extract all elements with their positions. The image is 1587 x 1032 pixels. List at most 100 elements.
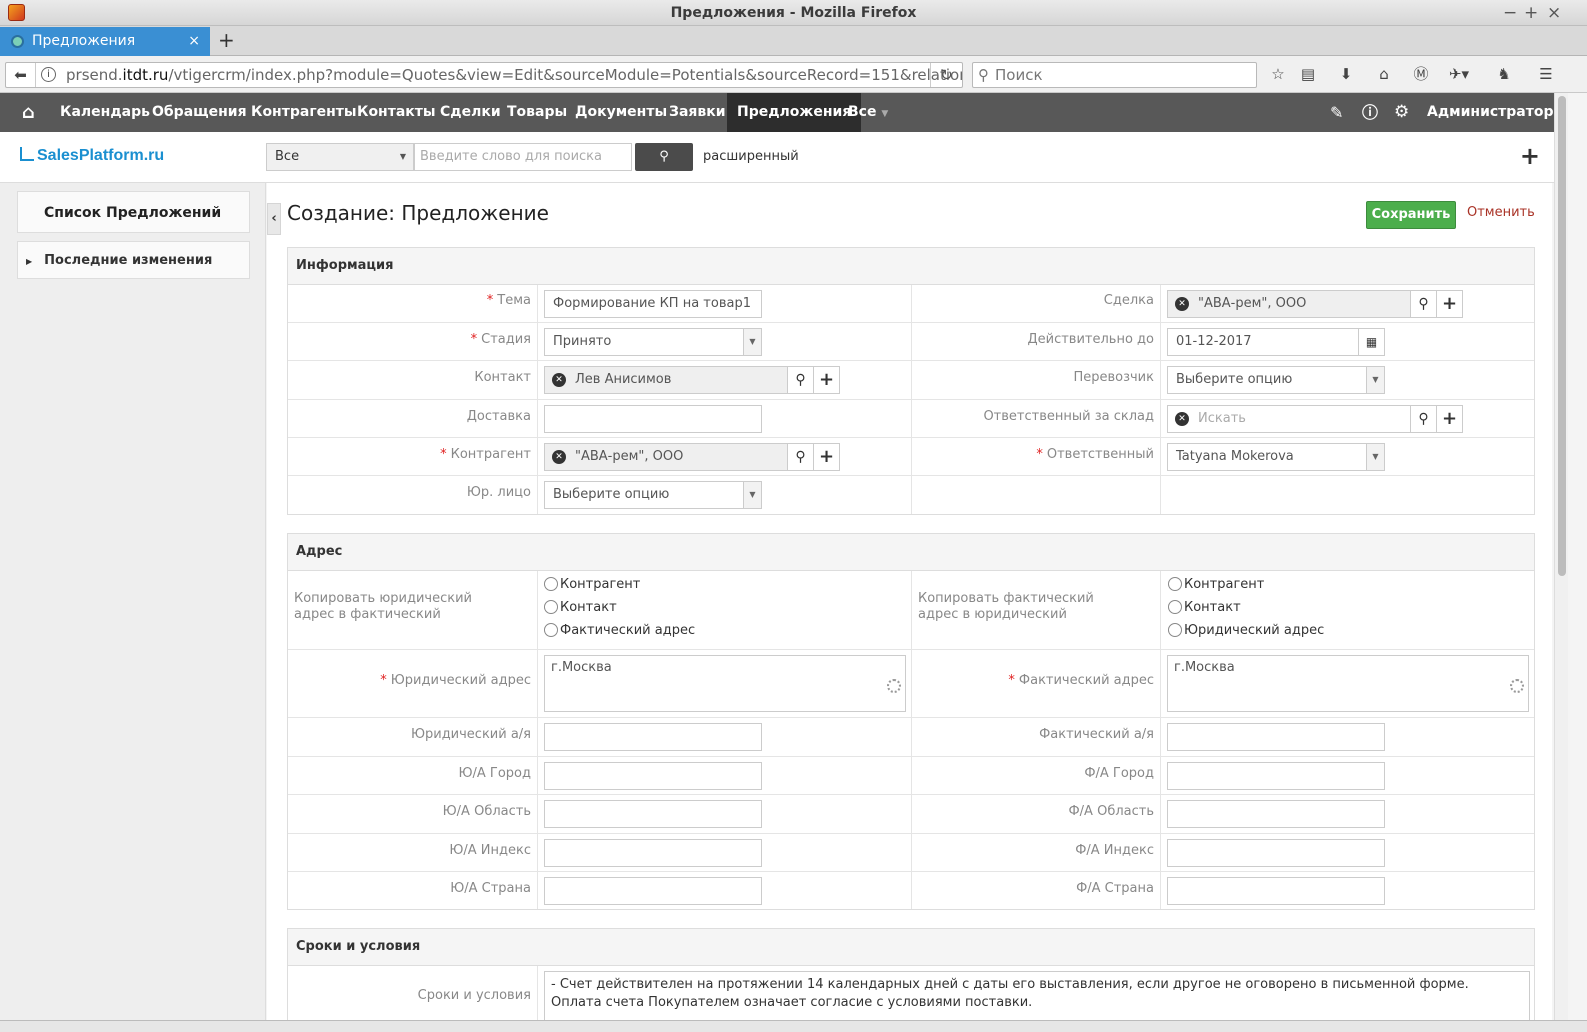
contact-label: Контакт [474, 370, 531, 385]
extension-m-icon[interactable]: Ⓜ [1409, 62, 1433, 86]
user-menu[interactable]: Администратор ▼ [1427, 93, 1565, 132]
close-window-icon[interactable]: × [1547, 0, 1561, 26]
minimize-icon[interactable]: − [1503, 0, 1517, 26]
legal-region-input[interactable] [544, 800, 762, 828]
nav-contacts[interactable]: Контакты [357, 93, 436, 132]
deal-search-icon[interactable]: ⚲ [1410, 290, 1437, 318]
clear-warehouse-icon[interactable]: ✕ [1175, 412, 1189, 426]
crm-home-icon[interactable]: ⌂ [22, 93, 35, 132]
stage-label-text: Стадия [481, 332, 531, 347]
nav-products[interactable]: Товары [507, 93, 567, 132]
copy-legal-option-contact[interactable]: Контакт [544, 600, 617, 615]
quick-create-plus-icon[interactable]: + [1520, 142, 1540, 170]
hamburger-menu-icon[interactable]: ☰ [1534, 62, 1558, 86]
radio-circle [544, 577, 558, 591]
actual-region-label: Ф/А Область [1068, 804, 1154, 819]
valid-until-input[interactable]: 01-12-2017 [1167, 328, 1359, 356]
settings-gear-icon[interactable]: ⚙ [1394, 93, 1409, 132]
maximize-icon[interactable]: + [1524, 0, 1538, 26]
actual-city-input[interactable] [1167, 762, 1385, 790]
nav-calendar[interactable]: Календарь [60, 93, 150, 132]
reload-icon[interactable]: ↻ [930, 63, 962, 87]
clear-deal-icon[interactable]: ✕ [1175, 297, 1189, 311]
bookmark-star-icon[interactable]: ☆ [1266, 62, 1290, 86]
copy-actual-label: Копировать фактический адрес в юридическ… [918, 591, 1094, 622]
home-icon[interactable]: ⌂ [1372, 62, 1396, 86]
legal-entity-select[interactable]: Выберите опцию ▼ [544, 481, 762, 509]
legal-caret-icon: ▼ [743, 482, 761, 508]
legal-city-input[interactable] [544, 762, 762, 790]
new-tab-button[interactable]: + [218, 26, 235, 55]
browser-search-input[interactable]: ⚲ Поиск [972, 62, 1257, 88]
recent-changes-toggle[interactable]: ▶ Последние изменения [17, 241, 250, 279]
carrier-value: Выберите опцию [1176, 372, 1293, 387]
site-info-icon[interactable]: i [41, 67, 56, 82]
nav-quotes[interactable]: Предложения [727, 93, 862, 132]
information-block-title: Информация [288, 248, 1534, 285]
legal-po-box-input[interactable] [544, 723, 762, 751]
warehouse-search-icon[interactable]: ⚲ [1410, 405, 1437, 433]
contact-search-icon[interactable]: ⚲ [787, 366, 814, 394]
clear-contact-icon[interactable]: ✕ [552, 373, 566, 387]
actual-region-input[interactable] [1167, 800, 1385, 828]
advanced-search-link[interactable]: расширенный [703, 143, 799, 171]
subject-input[interactable]: Формирование КП на товар1 [544, 290, 762, 318]
actual-country-input[interactable] [1167, 877, 1385, 905]
browser-tab[interactable]: Предложения × [0, 27, 210, 56]
nav-accounts[interactable]: Контрагенты [251, 93, 357, 132]
quotes-list-link[interactable]: Список Предложений [17, 191, 250, 233]
collapse-sidebar-icon[interactable]: ‹ [267, 203, 281, 235]
cancel-link[interactable]: Отменить [1467, 205, 1535, 220]
nav-all[interactable]: Все ▼ [848, 93, 888, 132]
salesplatform-logo[interactable]: SalesPlatform.ru [20, 147, 164, 165]
account-search-icon[interactable]: ⚲ [787, 443, 814, 471]
delivery-input[interactable] [544, 405, 762, 433]
info-row-5: * Контрагент ✕ "АВА-рем", ООО ⚲ + * Ответст… [288, 438, 1534, 476]
extension-menu-icon[interactable]: ✈▾ [1447, 62, 1471, 86]
crm-header: SalesPlatform.ru Все ▼ Введите слово для … [0, 132, 1568, 183]
close-tab-icon[interactable]: × [188, 27, 200, 56]
owner-select[interactable]: Tatyana Mokerova ▼ [1167, 443, 1385, 471]
extension-user-icon[interactable]: ♞ [1492, 62, 1516, 86]
nav-documents[interactable]: Документы [575, 93, 667, 132]
deal-add-icon[interactable]: + [1436, 290, 1463, 318]
warehouse-add-icon[interactable]: + [1436, 405, 1463, 433]
search-button-icon: ⚲ [659, 149, 669, 164]
actual-address-textarea[interactable]: г.Москва [1167, 655, 1529, 712]
info-row-1: * Тема Формирование КП на товар1 Сделка ✕… [288, 285, 1534, 323]
global-search-button[interactable]: ⚲ [635, 143, 693, 171]
url-bar[interactable]: ⬅ i prsend.itdt.ru/vtigercrm/index.php?m… [5, 62, 963, 88]
nav-requests[interactable]: Заявки [669, 93, 726, 132]
account-add-icon[interactable]: + [813, 443, 840, 471]
nav-deals[interactable]: Сделки [440, 93, 501, 132]
info-icon[interactable]: ⓘ [1362, 93, 1378, 132]
contact-add-icon[interactable]: + [813, 366, 840, 394]
copy-actual-option-account[interactable]: Контрагент [1168, 577, 1264, 592]
clear-account-icon[interactable]: ✕ [552, 450, 566, 464]
warehouse-owner-field[interactable]: ✕ Искать [1167, 405, 1411, 433]
copy-legal-option-actual[interactable]: Фактический адрес [544, 623, 695, 638]
postcode-row: Ю/А Индекс Ф/А Индекс [288, 834, 1534, 872]
brush-icon[interactable]: ✎ [1330, 93, 1343, 132]
search-scope-select[interactable]: Все ▼ [266, 143, 414, 171]
copy-actual-option-contact[interactable]: Контакт [1168, 600, 1241, 615]
carrier-select[interactable]: Выберите опцию ▼ [1167, 366, 1385, 394]
legal-postcode-input[interactable] [544, 839, 762, 867]
copy-legal-option-account[interactable]: Контрагент [544, 577, 640, 592]
save-button[interactable]: Сохранить [1366, 201, 1456, 229]
stage-select[interactable]: Принято ▼ [544, 328, 762, 356]
calendar-icon[interactable]: ▦ [1358, 328, 1385, 356]
legal-country-input[interactable] [544, 877, 762, 905]
street-row: * Юридический адрес г.Москва * Фактический… [288, 650, 1534, 718]
nav-cases[interactable]: Обращения [152, 93, 247, 132]
legal-address-textarea[interactable]: г.Москва [544, 655, 906, 712]
actual-postcode-input[interactable] [1167, 839, 1385, 867]
page-scrollbar[interactable] [1554, 93, 1568, 1020]
actual-po-box-input[interactable] [1167, 723, 1385, 751]
global-search-input[interactable]: Введите слово для поиска [414, 143, 632, 171]
back-icon[interactable]: ⬅ [6, 63, 36, 87]
copy-actual-option-legal[interactable]: Юридический адрес [1168, 623, 1324, 638]
reading-list-icon[interactable]: ▤ [1296, 62, 1320, 86]
scrollbar-thumb[interactable] [1558, 96, 1566, 576]
downloads-icon[interactable]: ⬇ [1334, 62, 1358, 86]
